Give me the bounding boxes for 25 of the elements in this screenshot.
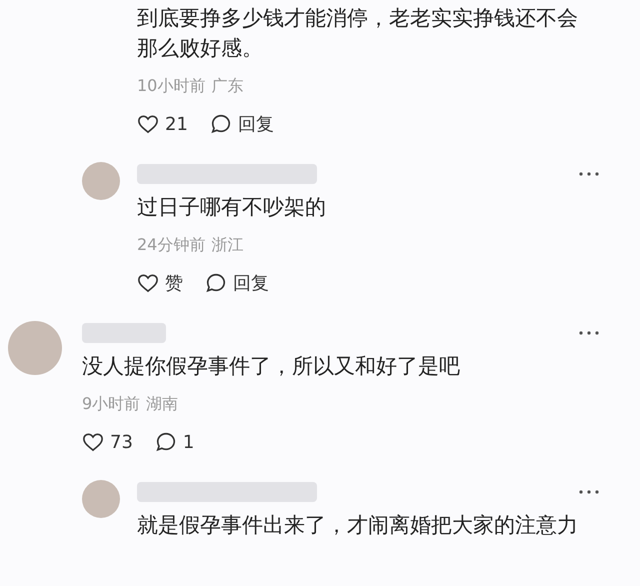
like-button[interactable]: 21	[137, 110, 188, 138]
heart-icon	[82, 432, 104, 452]
heart-icon	[137, 114, 159, 134]
comment-location: 湖南	[146, 393, 178, 415]
more-icon[interactable]	[578, 171, 600, 177]
comment-time: 24分钟前	[137, 234, 206, 256]
like-button[interactable]: 赞	[137, 270, 183, 296]
more-icon[interactable]	[578, 489, 600, 495]
like-button[interactable]: 73	[82, 428, 133, 456]
comment-text: 没人提你假孕事件了，所以又和好了是吧	[82, 353, 461, 380]
heart-icon	[137, 273, 159, 293]
more-icon[interactable]	[578, 330, 600, 336]
comment-location: 广东	[211, 75, 244, 97]
reply-button[interactable]: 回复	[205, 270, 269, 296]
comment-time: 10小时前	[137, 75, 206, 97]
speech-bubble-icon	[210, 113, 232, 135]
comment-text: 过日子哪有不吵架的	[137, 194, 327, 221]
speech-bubble-icon	[154, 431, 177, 453]
speech-bubble-icon	[205, 272, 227, 294]
comment-time: 9小时前	[82, 393, 140, 415]
reply-button[interactable]: 1	[154, 428, 194, 456]
comment-text: 到底要挣多少钱才能消停，老老实实挣钱还不会那么败好感。	[137, 5, 579, 62]
comment-text: 就是假孕事件出来了，才闹离婚把大家的注意力	[137, 512, 579, 539]
comment-location: 浙江	[211, 234, 244, 256]
reply-button[interactable]: 回复	[210, 110, 274, 138]
